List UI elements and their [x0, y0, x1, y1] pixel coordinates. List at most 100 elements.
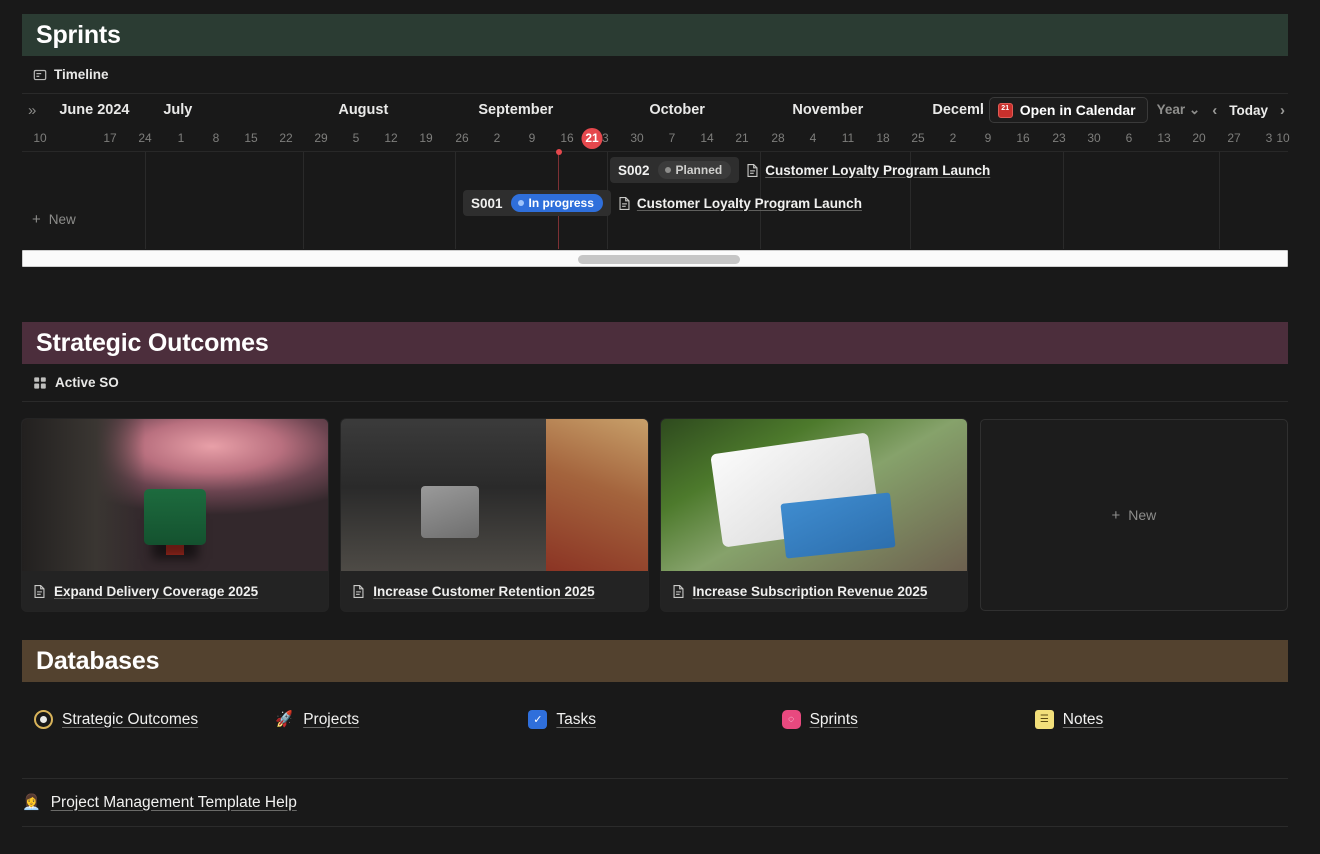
- calendar-21-icon: [997, 102, 1013, 118]
- related-project-link[interactable]: Customer Loyalty Program Launch: [618, 196, 862, 211]
- sprints-banner-title: Sprints: [36, 20, 121, 49]
- strategic-cards-gallery: Expand Delivery Coverage 2025 Increase C…: [22, 402, 1288, 611]
- day-tick: 14: [700, 131, 714, 145]
- month-label: September: [478, 102, 554, 118]
- day-tick: 30: [1087, 131, 1101, 145]
- day-tick: 17: [103, 131, 117, 145]
- open-in-calendar-button[interactable]: Open in Calendar: [988, 97, 1148, 123]
- day-tick: 19: [419, 131, 433, 145]
- day-tick: 2: [949, 131, 957, 145]
- day-tick: 22: [279, 131, 293, 145]
- page-icon: [352, 584, 365, 599]
- card-increase-subscription-revenue[interactable]: Increase Subscription Revenue 2025: [660, 419, 967, 611]
- day-tick: 9: [984, 131, 992, 145]
- db-link-label: Sprints: [809, 710, 858, 728]
- day-tick: 28: [771, 131, 785, 145]
- day-tick: 16: [560, 131, 574, 145]
- timeline-horizontal-scrollbar[interactable]: [22, 250, 1288, 267]
- day-tick: 26: [455, 131, 469, 145]
- status-badge: In progress: [510, 194, 603, 212]
- sprint-icon: ◌: [781, 710, 801, 729]
- task-glyph: ✓: [533, 714, 543, 726]
- day-tick: 20: [1192, 131, 1206, 145]
- databases-banner-title: Databases: [36, 646, 160, 675]
- day-tick: 12: [384, 131, 398, 145]
- db-link-label: Notes: [1062, 710, 1104, 728]
- day-tick: 15: [244, 131, 258, 145]
- status-label: Planned: [675, 163, 723, 177]
- db-link-label: Strategic Outcomes: [62, 710, 199, 728]
- card-new-label: New: [1128, 507, 1157, 523]
- page-icon: [33, 584, 46, 599]
- gallery-view-icon: [33, 376, 47, 390]
- related-project-label: Customer Loyalty Program Launch: [765, 162, 991, 178]
- card-title: Increase Subscription Revenue 2025: [692, 583, 928, 599]
- timeline-day-scale: 10 17 24 1 8 15 22 29 5 12 19 26 2 9 16 …: [22, 127, 1290, 151]
- prev-period-button[interactable]: ‹: [1209, 98, 1220, 123]
- day-tick: 18: [876, 131, 890, 145]
- timeline-grid[interactable]: S002 Planned Customer Loyalty Program La…: [22, 149, 1288, 249]
- rocket-icon: 🚀: [274, 709, 295, 730]
- task-checkbox-icon: ✓: [528, 710, 548, 729]
- sprints-section: Sprints Timeline » June 2024 July August…: [22, 14, 1290, 267]
- zoom-level-select[interactable]: Year ⌄: [1152, 98, 1206, 122]
- today-button[interactable]: Today: [1224, 99, 1273, 122]
- timeline-bar-s001[interactable]: S001 In progress Customer Loyalty Progra…: [463, 190, 862, 216]
- page-icon: [746, 163, 759, 178]
- timeline-chip[interactable]: S001 In progress: [463, 190, 611, 216]
- next-period-button[interactable]: ›: [1277, 98, 1288, 123]
- card-cover-image: [22, 419, 329, 571]
- timeline-new-row-button[interactable]: + New: [32, 212, 76, 227]
- related-project-link[interactable]: Customer Loyalty Program Launch: [746, 163, 990, 178]
- page-root: Sprints Timeline » June 2024 July August…: [0, 0, 1320, 854]
- grid-line: [145, 152, 146, 249]
- card-increase-customer-retention[interactable]: Increase Customer Retention 2025: [341, 419, 648, 611]
- timeline-view-icon: [33, 68, 47, 82]
- day-tick: 9: [528, 131, 536, 145]
- day-tick: 21: [735, 131, 749, 145]
- timeline-new-label: New: [48, 212, 76, 227]
- section-divider-bottom: [22, 826, 1288, 827]
- double-chevron-right-icon[interactable]: »: [28, 102, 37, 119]
- tab-active-so[interactable]: Active SO: [55, 375, 119, 390]
- scrollbar-thumb[interactable]: [578, 255, 740, 264]
- card-cover-image: [341, 419, 648, 571]
- day-tick: 7: [668, 131, 676, 145]
- zoom-level-label: Year: [1156, 102, 1186, 117]
- db-link-sprints[interactable]: ◌ Sprints: [781, 710, 1035, 729]
- db-link-tasks[interactable]: ✓ Tasks: [528, 710, 781, 729]
- month-label: June 2024: [59, 102, 130, 118]
- grid-line: [1219, 152, 1220, 249]
- month-label: July: [163, 102, 193, 118]
- target-icon: [34, 710, 53, 729]
- month-label: August: [338, 102, 389, 118]
- grid-line: [303, 152, 304, 249]
- day-tick: 4: [809, 131, 817, 145]
- db-link-projects[interactable]: 🚀 Projects: [275, 710, 528, 729]
- note-glyph: ☰: [1039, 714, 1049, 725]
- card-expand-delivery-coverage[interactable]: Expand Delivery Coverage 2025: [22, 419, 329, 611]
- day-tick: 23: [1052, 131, 1066, 145]
- databases-banner: Databases: [22, 640, 1288, 682]
- day-tick: 1: [177, 131, 185, 145]
- timeline-bar-s002[interactable]: S002 Planned Customer Loyalty Program La…: [610, 157, 990, 183]
- day-tick: 13: [1157, 131, 1171, 145]
- db-link-strategic-outcomes[interactable]: Strategic Outcomes: [22, 710, 275, 729]
- timeline-controls: Open in Calendar Year ⌄ ‹ Today ›: [982, 97, 1288, 123]
- tab-timeline[interactable]: Timeline: [54, 67, 109, 82]
- card-new-button[interactable]: + New: [979, 419, 1288, 611]
- timeline-chip[interactable]: S002 Planned: [610, 157, 740, 183]
- day-tick: 16: [1016, 131, 1030, 145]
- page-icon: [618, 196, 631, 211]
- status-dot-icon: [664, 167, 671, 173]
- card-caption: Increase Customer Retention 2025: [341, 571, 647, 611]
- plus-icon: +: [32, 211, 41, 228]
- db-link-notes[interactable]: ☰ Notes: [1034, 710, 1288, 729]
- sprint-code: S001: [471, 195, 503, 211]
- open-in-calendar-label: Open in Calendar: [1019, 102, 1136, 118]
- help-link-row[interactable]: 👩‍💼 Project Management Template Help: [22, 779, 1288, 826]
- day-tick: 24: [138, 131, 152, 145]
- status-label: In progress: [528, 196, 594, 210]
- timeline-toolbar: » June 2024 July August September Octobe…: [22, 94, 1288, 127]
- day-tick: 25: [911, 131, 925, 145]
